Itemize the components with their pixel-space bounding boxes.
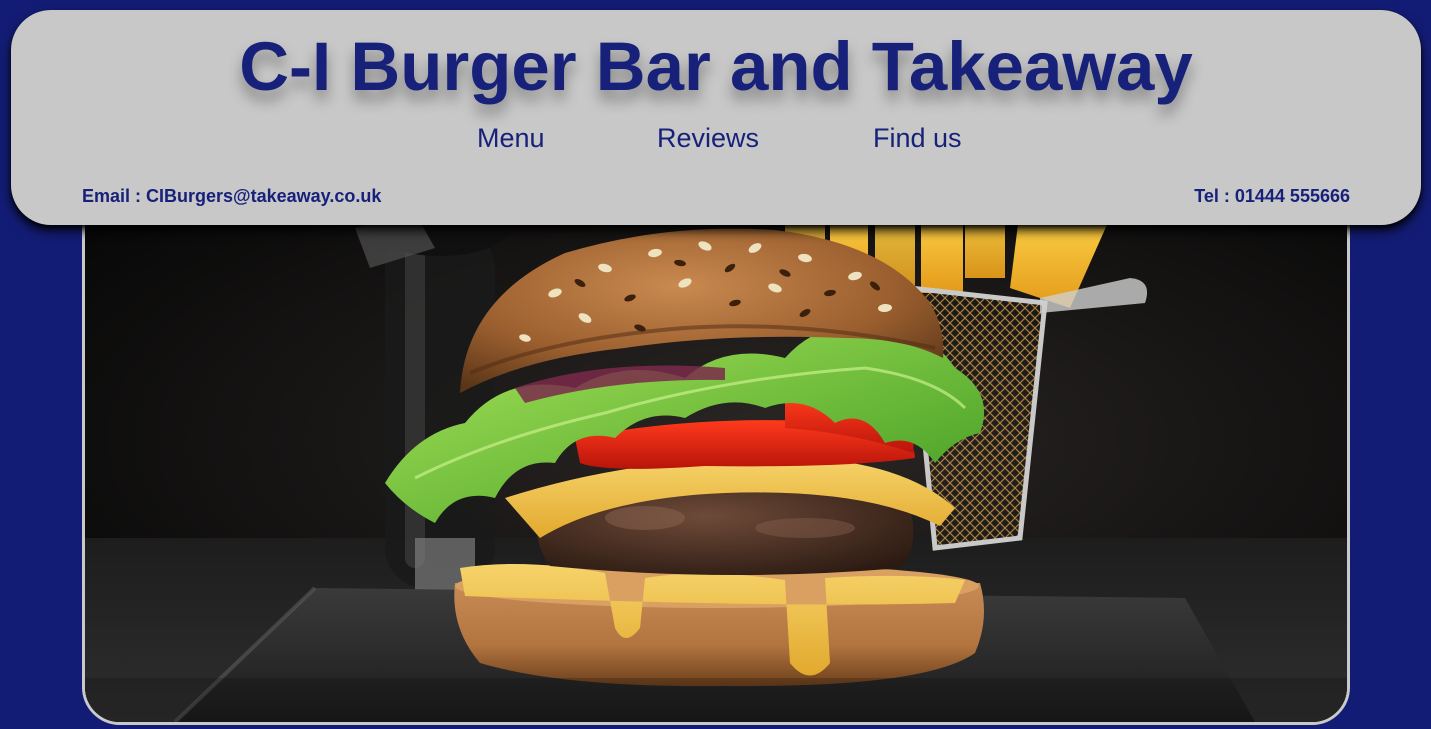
hero-image-frame — [82, 205, 1350, 725]
contact-phone: Tel : 01444 555666 — [1194, 185, 1350, 207]
nav-link-reviews[interactable]: Reviews — [657, 120, 759, 156]
email-link[interactable]: CIBurgers@takeaway.co.uk — [146, 186, 381, 206]
burger-photo — [85, 208, 1347, 722]
tel-link[interactable]: 01444 555666 — [1235, 186, 1350, 206]
contact-email: Email : CIBurgers@takeaway.co.uk — [82, 185, 381, 207]
site-title: C-I Burger Bar and Takeaway — [239, 28, 1193, 105]
nav-link-find-us[interactable]: Find us — [873, 120, 962, 156]
main-nav: Menu Reviews Find us — [11, 120, 1421, 160]
tel-label: Tel : — [1194, 186, 1235, 206]
site-header: C-I Burger Bar and Takeaway Menu Reviews… — [11, 10, 1421, 225]
nav-link-menu[interactable]: Menu — [477, 120, 545, 156]
email-label: Email : — [82, 186, 147, 206]
